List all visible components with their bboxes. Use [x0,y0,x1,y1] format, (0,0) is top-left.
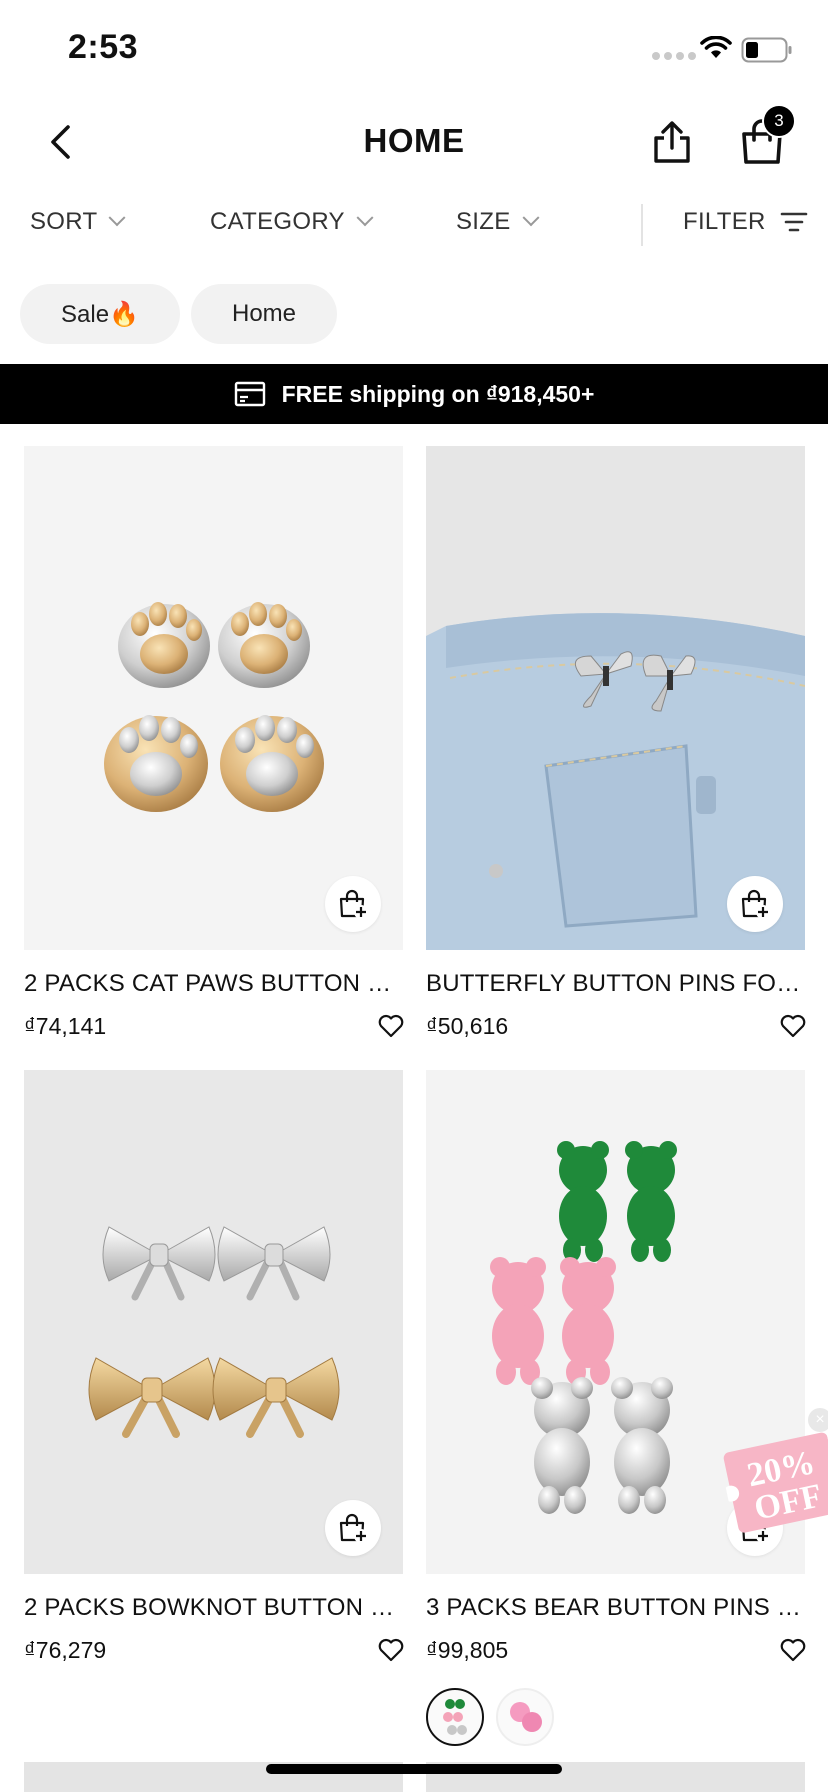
heart-icon [780,1638,806,1662]
wifi-icon [700,36,732,58]
chip-home[interactable]: Home [191,284,337,344]
product-image[interactable] [426,446,805,950]
filter-button[interactable]: FILTER [683,208,808,236]
size-label: SIZE [456,208,511,235]
nav-bar: HOME [0,100,828,180]
filter-lines-icon [780,212,808,232]
home-indicator[interactable] [266,1764,562,1774]
product-name[interactable]: 3 PACKS BEAR BUTTON PINS FOR JEANS [426,1594,805,1622]
chip-sale-label: Sale🔥 [61,300,139,328]
wishlist-button[interactable] [375,1634,407,1666]
product-image[interactable] [24,1070,403,1574]
heart-icon [780,1014,806,1038]
free-shipping-text: FREE shipping on ₫918,450+ [281,380,595,407]
butterfly-pins-jeans-image [426,613,805,950]
add-to-cart-button[interactable] [325,1500,381,1556]
wishlist-button[interactable] [777,1634,809,1666]
heart-icon [378,1014,404,1038]
chip-sale[interactable]: Sale🔥 [20,284,180,344]
color-swatch-pink[interactable] [496,1688,554,1746]
sort-label: SORT [30,208,98,235]
color-swatches [426,1688,805,1746]
product-price: ₫74,141 [24,1012,107,1039]
wishlist-button[interactable] [777,1010,809,1042]
status-time: 2:53 [68,28,139,66]
share-icon [654,121,690,163]
chevron-down-icon [522,209,540,227]
category-dropdown[interactable]: CATEGORY [210,208,374,236]
swatch-pink-image [510,1702,542,1732]
filter-divider [641,204,643,246]
battery-icon [741,37,792,63]
wishlist-button[interactable] [375,1010,407,1042]
share-button[interactable] [648,118,696,166]
heart-icon [378,1638,404,1662]
swatch-bears-image [443,1699,467,1735]
product-card[interactable]: 2 PACKS BOWKNOT BUTTON PINS FOR JEANS ₫7… [24,1070,404,1666]
product-name[interactable]: 2 PACKS BOWKNOT BUTTON PINS FOR JEANS [24,1594,403,1622]
add-to-cart-icon [741,889,770,919]
product-price: ₫99,805 [426,1636,509,1663]
bowknot-pins-image [88,1226,340,1438]
filter-label: FILTER [683,208,766,235]
filter-bar: SORT CATEGORY SIZE FILTER [0,200,828,250]
color-swatch-mixed[interactable] [426,1688,484,1746]
add-to-cart-button[interactable] [727,876,783,932]
status-bar: 2:53 [0,0,828,90]
chevron-down-icon [356,209,374,227]
product-card[interactable]: BUTTERFLY BUTTON PINS FOR JEANS ₫50,616 [426,446,806,1042]
sort-dropdown[interactable]: SORT [30,208,126,236]
cat-paw-pins-image [104,602,324,812]
product-image[interactable] [24,446,403,950]
product-name[interactable]: BUTTERFLY BUTTON PINS FOR JEANS [426,970,805,998]
product-card[interactable]: 3 PACKS BEAR BUTTON PINS FOR JEANS ₫99,8… [426,1070,806,1746]
add-to-cart-button[interactable] [325,876,381,932]
free-shipping-banner[interactable]: FREE shipping on ₫918,450+ [0,364,828,424]
shipping-card-icon [234,381,265,407]
product-name[interactable]: 2 PACKS CAT PAWS BUTTON PINS FOR JEANS [24,970,403,998]
chevron-down-icon [108,209,126,227]
category-label: CATEGORY [210,208,345,235]
signal-icon [652,52,696,60]
add-to-cart-icon [339,889,368,919]
product-card[interactable]: 2 PACKS CAT PAWS BUTTON PINS FOR JEANS ₫… [24,446,404,1042]
cart-count-badge: 3 [762,104,796,138]
page-title: HOME [363,122,465,159]
add-to-cart-icon [339,1513,368,1543]
product-price: ₫76,279 [24,1636,107,1663]
size-dropdown[interactable]: SIZE [456,208,540,236]
product-price: ₫50,616 [426,1012,509,1039]
chip-home-label: Home [231,300,297,327]
